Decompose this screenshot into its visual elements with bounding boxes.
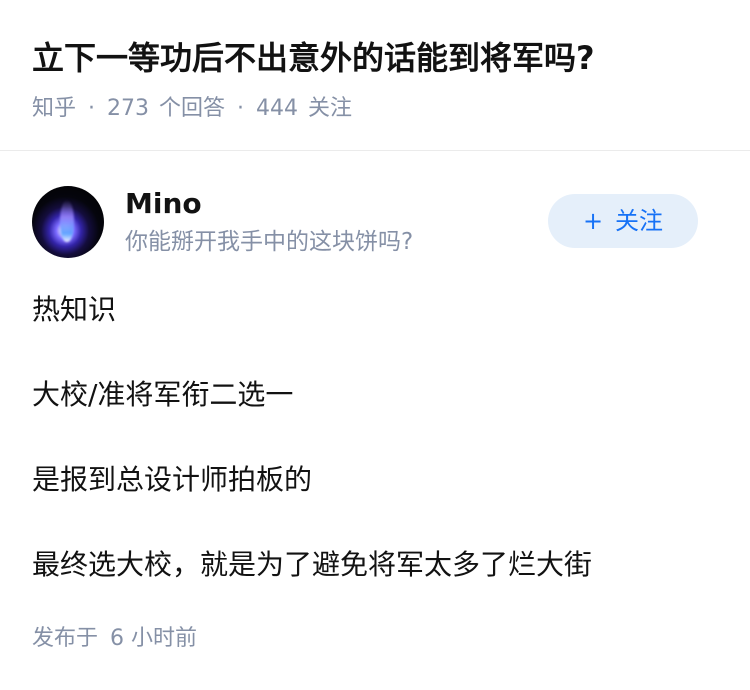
- question-header: 立下一等功后不出意外的话能到将军吗? 知乎 · 273 个回答 · 444 关注: [0, 0, 750, 151]
- publish-time: 发布于 6 小时前: [32, 624, 197, 654]
- plus-icon: +: [582, 207, 604, 235]
- answer-count-label: 个回答: [159, 96, 226, 121]
- answer-paragraph: 最终选大校，就是为了避免将军太多了烂大街: [32, 548, 593, 581]
- follow-count-label: 关注: [308, 96, 353, 121]
- question-title[interactable]: 立下一等功后不出意外的话能到将军吗?: [32, 36, 595, 80]
- avatar[interactable]: [32, 186, 104, 258]
- author-card: Mino 你能掰开我手中的这块饼吗? + 关注: [0, 180, 750, 270]
- separator-dot: ·: [88, 96, 96, 121]
- follow-button-label: 关注: [615, 207, 664, 235]
- source-label: 知乎: [32, 96, 77, 121]
- answer-paragraph: 热知识: [32, 293, 117, 326]
- answer-paragraph: 大校/准将军衔二选一: [32, 378, 294, 411]
- follow-count: 444: [256, 96, 299, 121]
- publish-label: 发布于: [32, 626, 99, 651]
- flame-image: [60, 200, 74, 242]
- publish-time-value: 6 小时前: [110, 626, 198, 651]
- author-headline: 你能掰开我手中的这块饼吗?: [125, 229, 414, 255]
- question-meta: 知乎 · 273 个回答 · 444 关注: [32, 94, 352, 124]
- separator-dot: ·: [237, 96, 245, 121]
- answer-content: 热知识 大校/准将军衔二选一 是报到总设计师拍板的 最终选大校，就是为了避免将军…: [32, 290, 722, 630]
- follow-button[interactable]: + 关注: [548, 194, 698, 248]
- author-name[interactable]: Mino: [125, 186, 202, 222]
- answer-paragraph: 是报到总设计师拍板的: [32, 463, 313, 496]
- answer-count: 273: [107, 96, 150, 121]
